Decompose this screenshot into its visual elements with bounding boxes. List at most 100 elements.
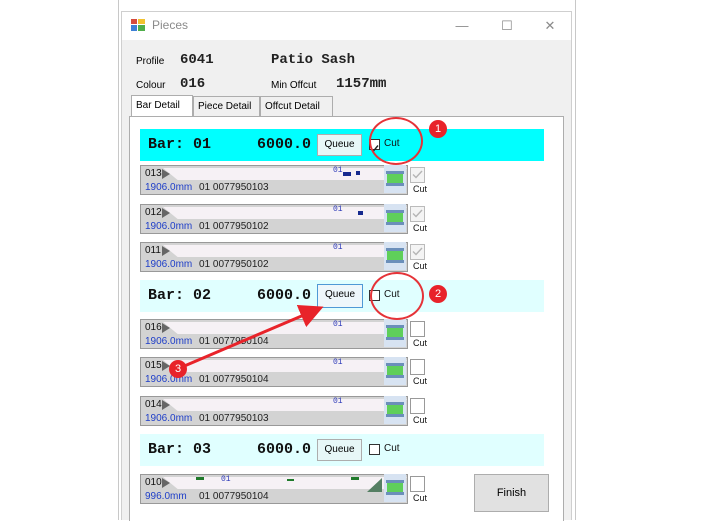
saw-cut-icon[interactable] [384, 396, 406, 424]
piece-number: 01 [333, 166, 343, 175]
piece-cut-checkbox[interactable] [410, 244, 425, 260]
callout-3: 3 [169, 360, 187, 378]
piece-row: 011 01 1906.0mm 01 0077950102 [140, 242, 408, 272]
piece-profile-band [163, 399, 407, 411]
piece-profile-band [163, 207, 407, 219]
tab-offcut-detail[interactable]: Offcut Detail [260, 96, 333, 116]
piece-number: 01 [333, 205, 343, 214]
piece-number: 01 [221, 475, 231, 484]
saw-cut-icon[interactable] [384, 204, 406, 232]
piece-end-triangle-icon [162, 208, 170, 218]
piece-number: 01 [333, 397, 343, 406]
piece-cut-checkbox[interactable] [410, 321, 425, 337]
page-left-border [118, 0, 119, 520]
piece-row: 010 01 996.0mm 01 0077950104 [140, 474, 408, 504]
piece-end-triangle-icon [162, 246, 170, 256]
tab-piece-detail[interactable]: Piece Detail [193, 96, 260, 116]
piece-cut-label: Cut [413, 415, 428, 425]
checkmark-icon [412, 170, 423, 179]
piece-number: 01 [333, 243, 343, 252]
callout-2: 2 [429, 285, 447, 303]
callout-ring-1 [369, 117, 423, 165]
piece-cut-label: Cut [413, 184, 428, 194]
piece-profile-band [163, 245, 407, 257]
piece-id: 013 [145, 168, 162, 179]
piece-code: 01 0077950104 [199, 491, 269, 502]
app-icon [131, 19, 145, 31]
piece-cut-checkbox[interactable] [410, 398, 425, 414]
piece-id: 012 [145, 207, 162, 218]
piece-row: 013 01 1906.0mm 01 0077950103 [140, 165, 408, 195]
piece-cut-label: Cut [413, 493, 428, 503]
title-bar: Pieces — ☐ ✕ [122, 12, 571, 40]
piece-cut-label: Cut [413, 261, 428, 271]
piece-length: 1906.0mm [145, 182, 193, 193]
piece-length: 1906.0mm [145, 221, 193, 232]
piece-row: 012 01 1906.0mm 01 0077950102 [140, 204, 408, 234]
piece-profile-band [163, 168, 407, 180]
piece-mark [196, 477, 204, 480]
window-title: Pieces [152, 18, 189, 32]
saw-cut-icon[interactable] [384, 165, 406, 193]
piece-length: 1906.0mm [145, 413, 193, 424]
piece-id: 011 [145, 245, 161, 256]
piece-length: 996.0mm [145, 491, 187, 502]
piece-row: 014 01 1906.0mm 01 0077950103 [140, 396, 408, 426]
piece-cut-checkbox[interactable] [410, 359, 425, 375]
min-offcut-value: 1157mm [336, 76, 387, 92]
piece-cut-checkbox[interactable] [410, 206, 425, 222]
bar-title: Bar: 01 [148, 136, 212, 153]
piece-end-triangle-icon [162, 169, 170, 179]
piece-mark [356, 171, 360, 175]
piece-end-triangle-icon [162, 478, 170, 488]
queue-button[interactable]: Queue [317, 439, 362, 461]
piece-mark [358, 211, 363, 215]
bar-title: Bar: 03 [148, 441, 212, 458]
piece-cut-label: Cut [413, 223, 428, 233]
colour-label: Colour [136, 80, 166, 91]
maximize-icon[interactable]: ☐ [492, 15, 522, 37]
piece-mark [287, 479, 294, 481]
piece-code: 01 0077950102 [199, 259, 269, 270]
piece-cut-checkbox[interactable] [410, 167, 425, 183]
piece-id: 010 [145, 477, 162, 488]
bar-header: Bar: 01 6000.0 Queue Cut [140, 129, 544, 161]
pieces-window: Pieces — ☐ ✕ Profile 6041 Patio Sash Col… [121, 11, 572, 521]
piece-cut-label: Cut [413, 376, 428, 386]
saw-cut-icon[interactable] [384, 357, 406, 385]
profile-value: 6041 [180, 52, 214, 68]
saw-cut-icon[interactable] [384, 319, 406, 347]
bar-length: 6000.0 [257, 136, 312, 153]
piece-code: 01 0077950102 [199, 221, 269, 232]
bar-header: Bar: 03 6000.0 Queue Cut [140, 434, 544, 466]
close-icon[interactable]: ✕ [535, 15, 565, 37]
bar-cut-label: Cut [384, 443, 400, 454]
piece-end-green-triangle-icon [367, 478, 382, 492]
profile-name: Patio Sash [271, 52, 356, 68]
piece-cut-label: Cut [413, 338, 428, 348]
callout-1: 1 [429, 120, 447, 138]
checkmark-icon [412, 209, 423, 218]
callout-ring-2 [370, 272, 424, 320]
min-offcut-label: Min Offcut [271, 80, 317, 91]
piece-length: 1906.0mm [145, 259, 193, 270]
tab-bar-detail[interactable]: Bar Detail [131, 95, 193, 117]
colour-value: 016 [180, 76, 206, 92]
callout-arrow [181, 305, 324, 369]
minimize-icon[interactable]: — [447, 15, 477, 37]
piece-id: 014 [145, 399, 162, 410]
saw-cut-icon[interactable] [384, 474, 406, 502]
page-right-border [575, 0, 576, 520]
piece-code: 01 0077950103 [199, 413, 269, 424]
checkmark-icon [412, 247, 423, 256]
saw-cut-icon[interactable] [384, 242, 406, 270]
bar-length: 6000.0 [257, 441, 312, 458]
piece-end-triangle-icon [162, 400, 170, 410]
finish-button[interactable]: Finish [474, 474, 549, 512]
piece-code: 01 0077950103 [199, 182, 269, 193]
piece-mark [351, 477, 359, 480]
queue-button[interactable]: Queue [317, 134, 362, 156]
bar-cut-checkbox[interactable] [369, 444, 380, 455]
piece-cut-checkbox[interactable] [410, 476, 425, 492]
piece-mark [343, 172, 351, 176]
